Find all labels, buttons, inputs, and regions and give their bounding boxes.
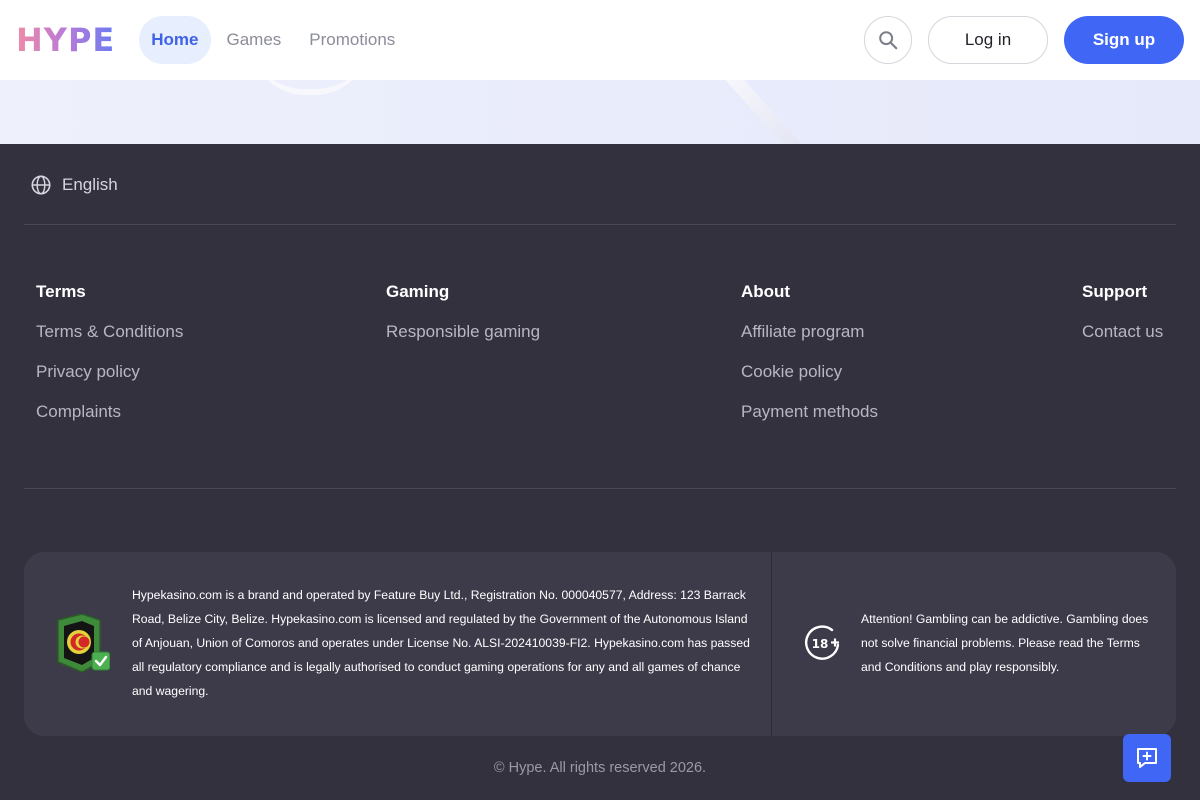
hero-banner bbox=[0, 80, 1200, 144]
hero-decoration bbox=[720, 80, 805, 144]
svg-text:18: 18 bbox=[812, 637, 829, 651]
footer-column-support: Support Contact us bbox=[1082, 282, 1163, 342]
license-text: Hypekasino.com is a brand and operated b… bbox=[132, 588, 750, 698]
hero-decoration bbox=[250, 80, 370, 95]
login-button[interactable]: Log in bbox=[928, 16, 1048, 64]
link-responsible-gaming[interactable]: Responsible gaming bbox=[386, 322, 540, 342]
footer-divider bbox=[24, 488, 1176, 489]
nav-games[interactable]: Games bbox=[215, 16, 294, 64]
column-title: Terms bbox=[36, 282, 86, 301]
license-section: Hypekasino.com is a brand and operated b… bbox=[24, 552, 772, 736]
search-button[interactable] bbox=[864, 16, 912, 64]
feedback-chat-button[interactable] bbox=[1123, 734, 1171, 782]
language-label: English bbox=[62, 175, 118, 194]
hype-logo[interactable]: HYPE bbox=[16, 21, 115, 59]
link-affiliate-program[interactable]: Affiliate program bbox=[741, 322, 878, 342]
site-header: HYPE Home Games Promotions Log in Sign u… bbox=[0, 0, 1200, 80]
main-nav: Home Games Promotions bbox=[139, 16, 407, 64]
license-panel: Hypekasino.com is a brand and operated b… bbox=[24, 552, 1176, 736]
language-selector[interactable]: English bbox=[30, 174, 118, 196]
signup-button[interactable]: Sign up bbox=[1064, 16, 1184, 64]
nav-promotions[interactable]: Promotions bbox=[297, 16, 407, 64]
globe-icon bbox=[31, 175, 51, 195]
column-title: About bbox=[741, 282, 791, 301]
link-payment-methods[interactable]: Payment methods bbox=[741, 402, 878, 422]
footer-column-terms: Terms Terms & Conditions Privacy policy … bbox=[36, 282, 183, 422]
link-cookie-policy[interactable]: Cookie policy bbox=[741, 362, 878, 382]
search-icon bbox=[879, 31, 898, 50]
footer-divider bbox=[24, 224, 1176, 225]
header-actions: Log in Sign up bbox=[864, 16, 1184, 64]
link-terms-conditions[interactable]: Terms & Conditions bbox=[36, 322, 183, 342]
age-restriction-icon: 18 bbox=[804, 625, 840, 660]
gambling-warning-text: Attention! Gambling can be addictive. Ga… bbox=[861, 612, 1149, 674]
license-seal-icon[interactable] bbox=[54, 614, 110, 674]
chat-plus-icon bbox=[1137, 748, 1157, 768]
footer-column-gaming: Gaming Responsible gaming bbox=[386, 282, 540, 342]
copyright-text: © Hype. All rights reserved 2026. bbox=[493, 760, 707, 776]
column-title: Support bbox=[1082, 282, 1148, 301]
nav-home[interactable]: Home bbox=[139, 16, 211, 64]
column-title: Gaming bbox=[386, 282, 450, 301]
link-privacy-policy[interactable]: Privacy policy bbox=[36, 362, 183, 382]
link-contact-us[interactable]: Contact us bbox=[1082, 322, 1163, 342]
footer-column-about: About Affiliate program Cookie policy Pa… bbox=[741, 282, 878, 422]
link-complaints[interactable]: Complaints bbox=[36, 402, 183, 422]
site-footer: English Terms Terms & Conditions Privacy… bbox=[0, 144, 1200, 800]
